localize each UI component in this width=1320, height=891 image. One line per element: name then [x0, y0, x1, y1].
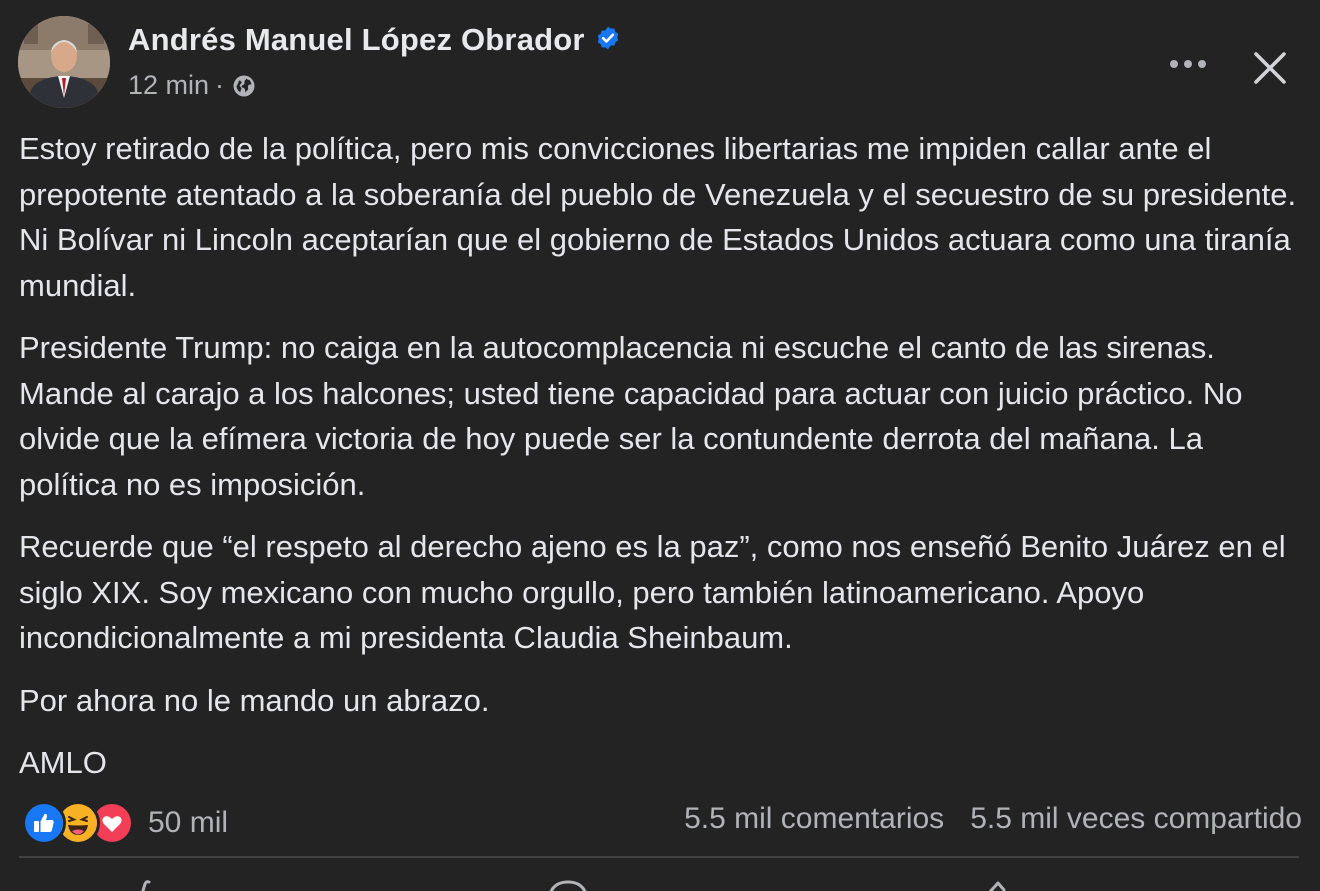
post-stats: 50 mil 5.5 mil comentarios 5.5 mil veces … — [22, 798, 1302, 846]
action-bar — [0, 862, 1320, 891]
close-icon — [1254, 52, 1286, 84]
reactions-summary[interactable]: 50 mil — [22, 801, 228, 845]
share-button-icon[interactable] — [980, 880, 1020, 891]
author-name[interactable]: Andrés Manuel López Obrador — [128, 22, 585, 57]
shares-count[interactable]: 5.5 mil veces compartido — [970, 802, 1302, 835]
ellipsis-icon — [1170, 60, 1206, 68]
post-paragraph: Recuerde que “el respeto al derecho ajen… — [19, 529, 1286, 655]
actions-divider — [19, 856, 1299, 858]
post-meta: 12 min · — [128, 70, 256, 101]
comments-count[interactable]: 5.5 mil comentarios — [684, 802, 944, 835]
like-button-icon[interactable] — [128, 880, 158, 891]
post-card: Andrés Manuel López Obrador 12 min · Est… — [0, 0, 1320, 891]
post-signature: AMLO — [19, 745, 107, 780]
author-avatar[interactable] — [18, 16, 110, 108]
globe-icon[interactable] — [232, 74, 256, 98]
engagement-counts: 5.5 mil comentarios 5.5 mil veces compart… — [684, 802, 1302, 836]
post-paragraph: Por ahora no le mando un abrazo. — [19, 682, 490, 718]
close-button[interactable] — [1240, 38, 1300, 98]
reaction-count[interactable]: 50 mil — [148, 806, 228, 840]
post-paragraph: Estoy retirado de la política, pero mis … — [19, 131, 1297, 303]
post-body: Estoy retirado de la política, pero mis … — [19, 126, 1304, 803]
post-header: Andrés Manuel López Obrador 12 min · — [18, 16, 1320, 112]
verified-badge-icon — [597, 26, 618, 50]
comment-button-icon[interactable] — [546, 880, 596, 891]
post-timestamp[interactable]: 12 min — [128, 70, 209, 101]
more-options-button[interactable] — [1158, 44, 1218, 84]
like-icon — [22, 801, 66, 845]
meta-separator: · — [215, 70, 225, 100]
author-name-row: Andrés Manuel López Obrador — [128, 22, 621, 58]
post-paragraph: Presidente Trump: no caiga en la autocom… — [19, 330, 1243, 502]
